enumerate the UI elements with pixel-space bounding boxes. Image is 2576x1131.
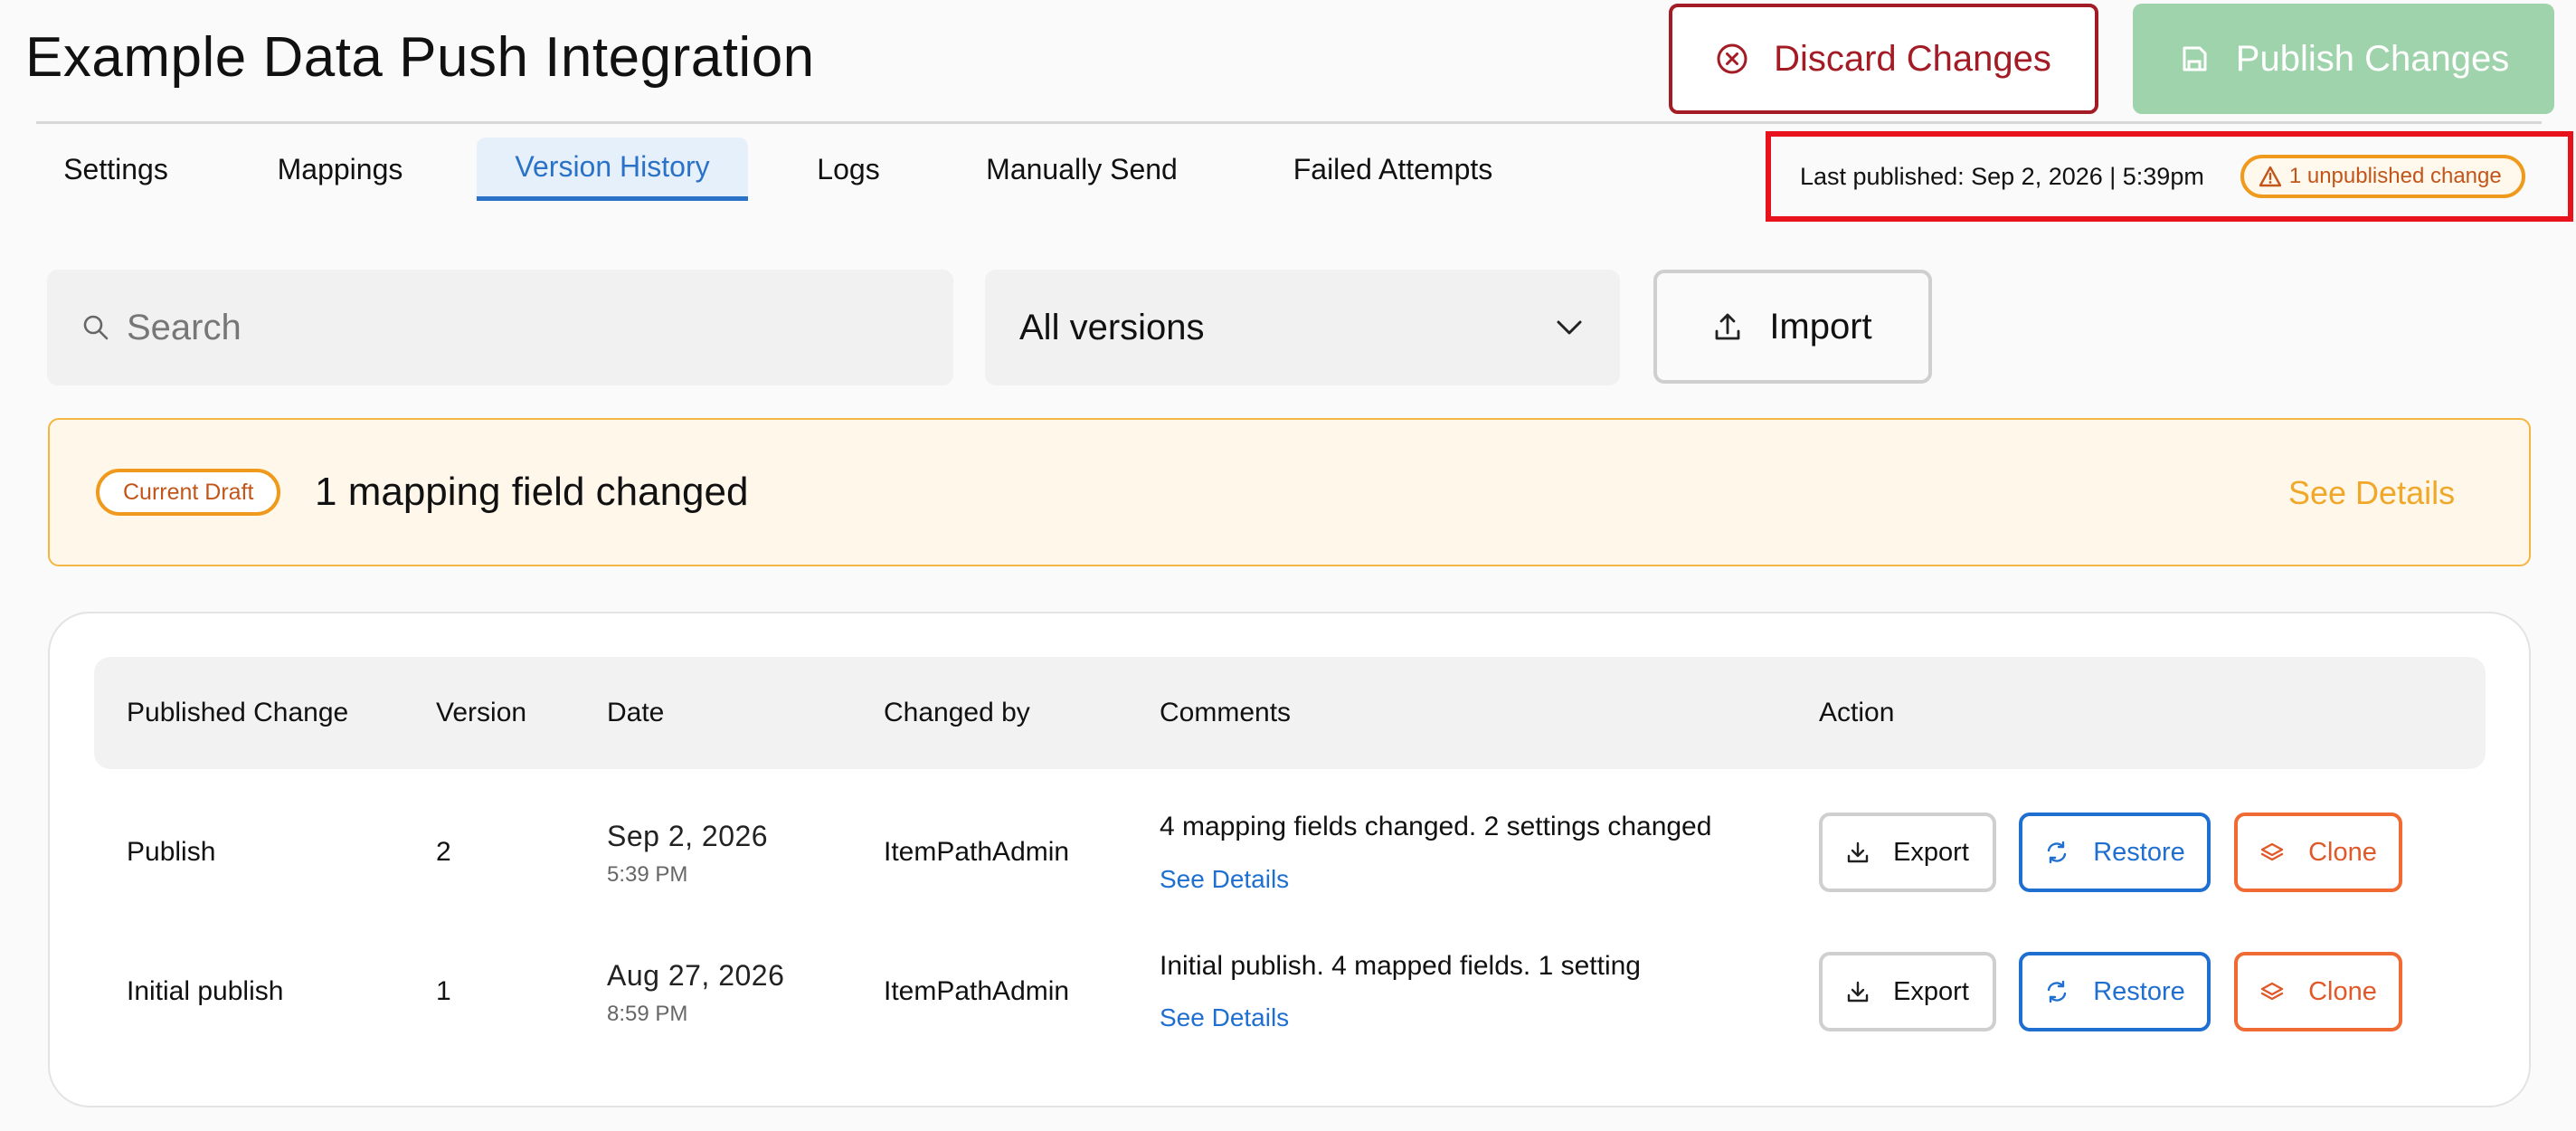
column-header-date: Date [607, 698, 665, 727]
tab-failed-attempts[interactable]: Failed Attempts [1271, 138, 1515, 201]
publish-status-box: Last published: Sep 2, 2026 | 5:39pm 1 u… [1766, 131, 2573, 222]
version-filter-select[interactable]: All versions [985, 270, 1620, 385]
row-see-details-link[interactable]: See Details [1160, 864, 1289, 895]
row-version: 1 [436, 976, 451, 1006]
column-header-action: Action [1819, 698, 1895, 727]
restore-button[interactable]: Restore [2019, 813, 2211, 892]
discard-changes-label: Discard Changes [1774, 38, 2051, 79]
tab-manually-send[interactable]: Manually Send [968, 138, 1196, 201]
publish-changes-button[interactable]: Publish Changes [2133, 4, 2554, 114]
row-date: Aug 27, 2026 [607, 959, 785, 992]
upload-icon [1713, 311, 1742, 342]
row-changed-by: ItemPathAdmin [884, 976, 1070, 1006]
import-label: Import [1769, 306, 1872, 347]
export-button[interactable]: Export [1819, 813, 1996, 892]
clone-button[interactable]: Clone [2234, 813, 2402, 892]
row-see-details-link[interactable]: See Details [1160, 1003, 1289, 1033]
unpublished-change-badge[interactable]: 1 unpublished change [2240, 155, 2525, 198]
refresh-icon [2044, 840, 2069, 865]
unpublished-change-label: 1 unpublished change [2288, 164, 2502, 188]
draft-see-details-link[interactable]: See Details [2288, 470, 2455, 516]
search-box[interactable] [47, 270, 953, 385]
row-date: Sep 2, 2026 [607, 820, 769, 852]
last-published-text: Last published: Sep 2, 2026 | 5:39pm [1800, 162, 2204, 190]
row-time: 5:39 PM [607, 862, 688, 887]
layers-icon [2259, 841, 2285, 864]
publish-changes-label: Publish Changes [2235, 38, 2510, 79]
clone-label: Clone [2308, 976, 2377, 1006]
restore-label: Restore [2093, 837, 2185, 867]
column-header-comments: Comments [1160, 698, 1292, 727]
restore-label: Restore [2093, 976, 2185, 1006]
column-header-version: Version [436, 698, 527, 727]
download-icon [1846, 840, 1870, 865]
export-label: Export [1893, 976, 1969, 1006]
tab-logs[interactable]: Logs [800, 138, 897, 201]
row-comment: Initial publish. 4 mapped fields. 1 sett… [1160, 951, 1641, 981]
row-change: Publish [127, 837, 216, 867]
discard-changes-button[interactable]: Discard Changes [1669, 4, 2098, 114]
row-time: 8:59 PM [607, 1002, 688, 1026]
warning-triangle-icon [2259, 166, 2282, 187]
tab-settings[interactable]: Settings [40, 138, 192, 201]
row-changed-by: ItemPathAdmin [884, 837, 1070, 867]
layers-icon [2259, 980, 2285, 1003]
clone-button[interactable]: Clone [2234, 952, 2402, 1031]
draft-summary: 1 mapping field changed [315, 470, 749, 514]
chevron-down-icon [1555, 318, 1584, 337]
row-version: 2 [436, 837, 451, 867]
tab-mappings[interactable]: Mappings [259, 138, 421, 201]
page-title: Example Data Push Integration [25, 26, 815, 89]
current-draft-badge: Current Draft [96, 469, 281, 516]
search-input[interactable] [127, 307, 895, 348]
save-icon [2178, 43, 2211, 75]
search-icon [81, 313, 110, 342]
version-filter-value: All versions [1019, 307, 1205, 347]
column-header-changed-by: Changed by [884, 698, 1030, 727]
row-change: Initial publish [127, 976, 284, 1006]
row-comment: 4 mapping fields changed. 2 settings cha… [1160, 812, 1712, 841]
circle-x-icon [1716, 43, 1748, 75]
clone-label: Clone [2308, 837, 2377, 867]
import-button[interactable]: Import [1653, 270, 1932, 384]
column-header-published-change: Published Change [127, 698, 349, 727]
header-divider [36, 121, 2542, 124]
tab-version-history[interactable]: Version History [477, 138, 748, 201]
refresh-icon [2044, 979, 2069, 1004]
download-icon [1846, 979, 1870, 1004]
export-label: Export [1893, 837, 1969, 867]
restore-button[interactable]: Restore [2019, 952, 2211, 1031]
export-button[interactable]: Export [1819, 952, 1996, 1031]
